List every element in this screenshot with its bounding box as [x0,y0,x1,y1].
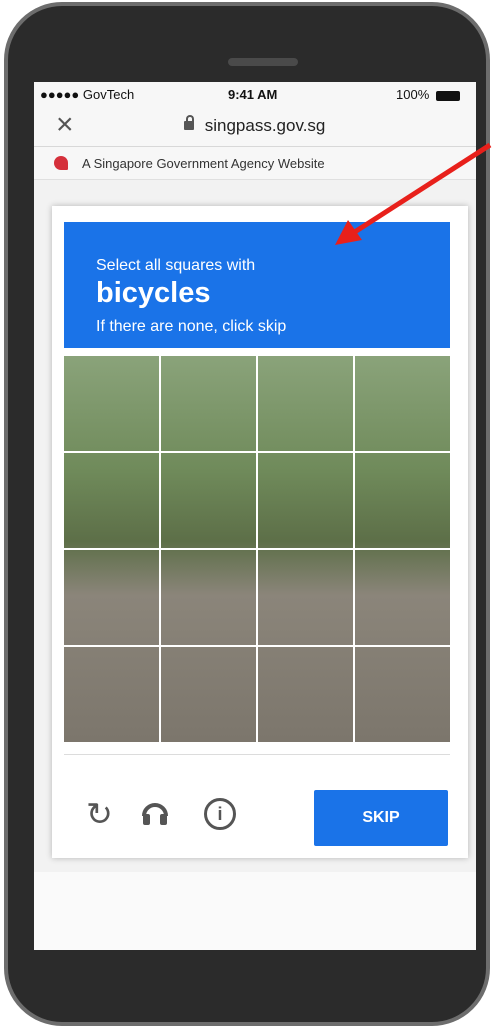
lion-logo-icon [54,156,68,170]
headphones-icon[interactable] [140,798,170,835]
status-time: 9:41 AM [228,87,278,102]
status-bar: ●●●●● GovTech 9:41 AM 100% [34,82,476,106]
captcha-tile[interactable] [64,356,159,451]
carrier-label: ●●●●● GovTech [40,87,135,102]
instruction-line-2: If there are none, click skip [96,318,287,335]
captcha-tile[interactable] [64,453,159,548]
url-display[interactable]: singpass.gov.sg [184,115,326,136]
captcha-tile[interactable] [258,550,353,645]
captcha-tile[interactable] [258,453,353,548]
lock-icon [184,115,194,130]
captcha-tile[interactable] [64,647,159,742]
target-object: bicycles [96,277,211,309]
captcha-tile[interactable] [355,453,450,548]
page-bottom [34,872,476,950]
url-text: singpass.gov.sg [204,116,326,135]
battery-icon [435,90,460,101]
captcha-tile[interactable] [258,356,353,451]
footer-divider [64,754,450,755]
captcha-tile[interactable] [258,647,353,742]
info-icon[interactable]: i [204,798,236,830]
captcha-tile[interactable] [161,356,256,451]
reload-icon[interactable]: ↻ [86,798,113,830]
captcha-tile[interactable] [355,550,450,645]
phone-speaker [228,58,298,66]
captcha-dialog: Select all squares with bicycles If ther… [52,206,468,858]
battery-indicator: 100% [396,87,460,102]
skip-button[interactable]: SKIP [314,790,448,846]
gov-banner-text: A Singapore Government Agency Website [82,156,325,171]
captcha-tile[interactable] [355,356,450,451]
captcha-tile[interactable] [64,550,159,645]
red-arrow-annotation [335,142,492,245]
instruction-line-1: Select all squares with [96,257,256,274]
battery-percent: 100% [396,87,430,102]
captcha-tile[interactable] [355,647,450,742]
close-icon[interactable]: × [56,110,74,140]
captcha-tile[interactable] [161,453,256,548]
captcha-tile[interactable] [161,550,256,645]
captcha-tile[interactable] [161,647,256,742]
captcha-image-grid [64,356,450,742]
